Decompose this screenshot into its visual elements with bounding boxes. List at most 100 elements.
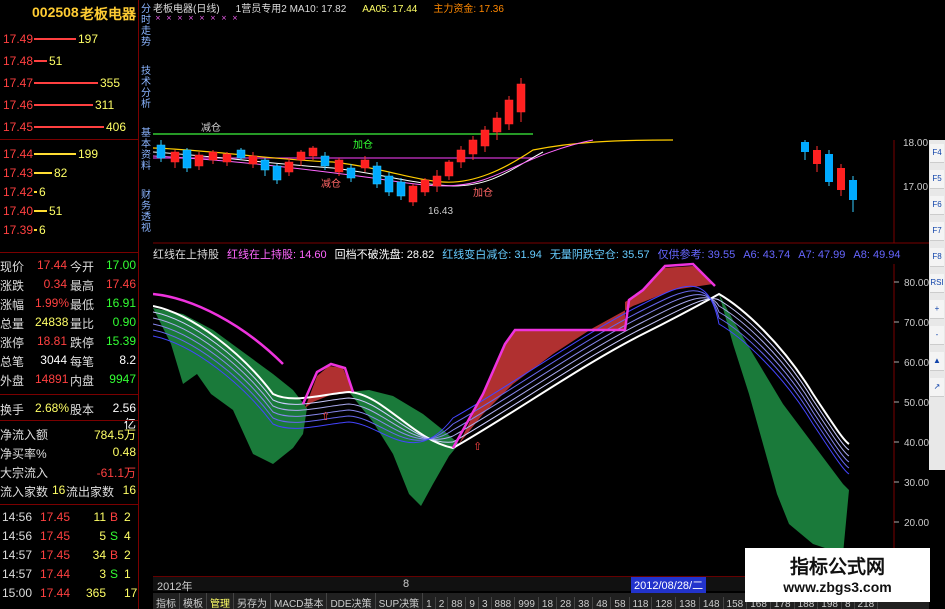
order-book-sell-row: 17.49 197 [0, 28, 138, 50]
tick-count: 17 [124, 586, 138, 600]
toolbar-button[interactable]: F8 [930, 248, 944, 267]
signal-marker: × [188, 14, 194, 22]
bottom-tab[interactable]: 58 [611, 597, 630, 609]
bottom-tab[interactable]: 88 [448, 597, 467, 609]
quote-value: 18.81 [36, 334, 67, 348]
toolbar-button[interactable]: F5 [930, 170, 944, 189]
order-book-sell-row: 17.46 311 [0, 94, 138, 116]
tick-volume: 11 [93, 510, 106, 524]
bottom-tab[interactable]: 1 [423, 597, 436, 609]
bottom-tab[interactable]: 138 [676, 597, 700, 609]
quote-value: 17.44 [36, 258, 67, 272]
side-tab[interactable]: 基本资料 [139, 128, 153, 172]
candle-body [801, 142, 809, 152]
bottom-tab[interactable]: MACD基本 [271, 593, 328, 609]
bottom-tab[interactable]: 118 [630, 597, 653, 609]
toolbar-button[interactable]: F6 [930, 196, 944, 215]
kline-chart[interactable]: 18.0017.00减仓加仓减仓加仓16.43× × × × × × × × [153, 0, 929, 244]
bottom-tab[interactable]: DDE决策 [327, 593, 376, 609]
quote-label: 最高 [70, 279, 95, 293]
candle-body [468, 139, 478, 155]
flow-in-count: 16 [52, 483, 66, 497]
tick-price: 17.45 [40, 529, 71, 543]
candle-body [849, 180, 857, 200]
kline-annotation: 减仓 [321, 177, 341, 190]
side-tab[interactable]: 分时走势 [139, 4, 153, 48]
quote-value: 14891 [35, 372, 69, 386]
quote-row: 外盘 14891 内盘 9947 [0, 370, 138, 389]
tick-count: 2 [124, 548, 131, 562]
order-volume: 199 [78, 147, 99, 161]
turnover-row: 换手 2.68% 股本 2.56亿 [0, 399, 138, 431]
turnover-value: 2.68% [35, 401, 70, 415]
bottom-tab[interactable]: 48 [593, 597, 612, 609]
bottom-tab[interactable]: SUP决策 [376, 593, 424, 609]
candle-body [372, 165, 382, 185]
bottom-tab[interactable]: 管理 [207, 593, 234, 609]
buy-arrow-icon: ⇧ [321, 410, 330, 423]
toolbar-button[interactable]: ▲ [930, 352, 944, 371]
tick-time: 14:57 [2, 548, 33, 562]
bottom-tab[interactable]: 38 [575, 597, 594, 609]
tick-price: 17.45 [40, 548, 71, 562]
tick-price: 17.44 [40, 567, 71, 581]
kline-header-item: 1营员专用2 MA10: 17.82 [235, 4, 347, 15]
bottom-tab[interactable]: 指标 [153, 593, 180, 609]
order-volume: 6 [39, 223, 46, 237]
bottom-tab[interactable]: 2 [436, 597, 449, 609]
bottom-tab[interactable]: 128 [652, 597, 677, 609]
tick-count: 4 [124, 529, 131, 543]
tick-row: 14:57 17.45 34 B 2 [0, 546, 138, 565]
bottom-tab[interactable]: 模板 [180, 593, 207, 609]
quote-label: 涨停 [0, 336, 25, 350]
stock-code: 002508 [32, 4, 79, 20]
candle-body [360, 159, 370, 169]
watermark-url: www.zbgs3.com [783, 579, 892, 595]
side-tab[interactable]: 技术分析 [139, 66, 153, 110]
quote-value: 24838 [35, 315, 69, 329]
order-volume-bar [34, 172, 52, 174]
toolbar-button[interactable]: - [930, 326, 944, 345]
candle-body [420, 179, 430, 193]
candle-body [396, 181, 406, 197]
toolbar-button[interactable]: ↗ [930, 378, 944, 397]
kline-axis-label: 18.00 [903, 138, 928, 149]
indicator-axis-label: 60.00 [904, 358, 929, 369]
quote-label: 外盘 [0, 374, 25, 388]
toolbar-button[interactable]: + [930, 300, 944, 319]
candle-body [408, 185, 418, 203]
bottom-tab[interactable]: 28 [557, 597, 576, 609]
signal-marker: × [210, 14, 216, 22]
side-tab[interactable]: 财务透视 [139, 190, 153, 234]
order-volume-bar [34, 126, 104, 128]
bottom-tab[interactable]: 158 [724, 597, 748, 609]
bottom-tab[interactable]: 另存为 [234, 593, 271, 609]
bottom-tab[interactable]: 9 [466, 597, 479, 609]
flow-label: 净买率% [0, 447, 47, 461]
bottom-tab[interactable]: 888 [492, 597, 516, 609]
toolbar-button[interactable]: F7 [930, 222, 944, 241]
indicator-header-item: 仅供参考: 39.55 [657, 249, 736, 261]
divider [0, 252, 138, 253]
candle-body [837, 168, 845, 190]
bottom-tab[interactable]: 148 [700, 597, 724, 609]
bottom-tab[interactable]: 18 [539, 597, 558, 609]
order-volume: 82 [54, 166, 68, 180]
bottom-tab[interactable]: 999 [515, 597, 539, 609]
flow-row: 净流入额 784.5万 [0, 424, 138, 443]
bottom-tab[interactable]: 3 [479, 597, 492, 609]
kline-annotation: 加仓 [353, 138, 373, 151]
toolbar-button[interactable]: F4 [930, 144, 944, 163]
quote-value: 0.34 [43, 277, 67, 291]
quote-value: 17.00 [105, 258, 136, 272]
indicator-chart[interactable]: 80.00 70.00 60.00 50.00 40.00 30.00 20.00 ⇧ ⇧ [153, 244, 929, 575]
quote-label: 今开 [70, 260, 95, 274]
signal-marker: × [177, 14, 183, 22]
toolbar-button[interactable]: RSI [930, 274, 944, 293]
candle-body [825, 154, 833, 182]
tick-row: 14:56 17.45 11 B 2 [0, 508, 138, 527]
candle-body [194, 154, 204, 167]
candle-body [384, 175, 394, 193]
candle-body [456, 149, 466, 163]
candle-body [284, 161, 294, 173]
